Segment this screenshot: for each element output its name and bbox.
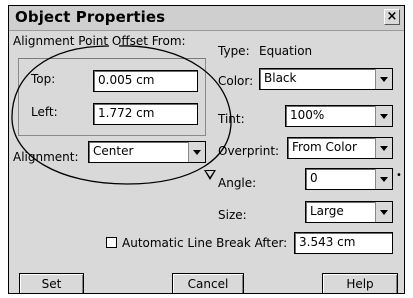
angle-select[interactable]: 0: [305, 168, 393, 190]
chevron-down-icon[interactable]: [375, 138, 392, 158]
overprint-select-value: From Color: [292, 140, 357, 154]
left-label: Left:: [31, 105, 58, 119]
chevron-down-icon[interactable]: [375, 202, 392, 222]
color-select-value: Black: [264, 71, 297, 85]
angle-icon: [204, 170, 216, 180]
alignment-label: Alignment:: [13, 150, 79, 164]
type-value: Equation: [259, 44, 313, 58]
tint-select[interactable]: 100%: [285, 105, 393, 127]
alignment-select-value: Center: [93, 144, 134, 158]
cancel-button[interactable]: Cancel: [172, 273, 244, 293]
angle-label: Angle:: [218, 176, 257, 190]
degree-mark: •: [396, 170, 402, 181]
size-select[interactable]: Large: [305, 201, 393, 223]
size-label: Size:: [218, 208, 247, 222]
overprint-select[interactable]: From Color: [287, 137, 393, 159]
left-offset-input[interactable]: 1.772 cm: [93, 103, 198, 125]
help-button[interactable]: Help: [322, 273, 398, 293]
line-break-label: Automatic Line Break After:: [122, 236, 288, 250]
angle-select-value: 0: [310, 171, 318, 185]
alignment-point-heading: Alignment Point Offset From:: [13, 34, 186, 48]
type-label: Type:: [218, 44, 250, 58]
close-icon[interactable]: ×: [384, 9, 400, 25]
line-break-checkbox[interactable]: [106, 237, 117, 248]
alignment-select[interactable]: Center: [88, 141, 206, 163]
size-select-value: Large: [310, 204, 344, 218]
set-button[interactable]: Set: [19, 273, 84, 293]
top-label: Top:: [31, 72, 56, 86]
chevron-down-icon[interactable]: [375, 106, 392, 126]
tint-select-value: 100%: [290, 108, 325, 122]
overprint-label: Overprint:: [218, 144, 280, 158]
title-bar: Object Properties ×: [9, 6, 404, 31]
chevron-down-icon[interactable]: [375, 69, 392, 89]
line-break-input[interactable]: 3.543 cm: [294, 232, 393, 254]
chevron-down-icon[interactable]: [375, 169, 392, 189]
object-properties-dialog: Object Properties × Alignment Point Offs…: [8, 5, 405, 294]
top-offset-input[interactable]: 0.005 cm: [93, 70, 198, 92]
tint-label: Tint:: [218, 112, 245, 126]
color-label: Color:: [218, 74, 254, 88]
color-select[interactable]: Black: [259, 68, 393, 90]
dialog-title: Object Properties: [15, 8, 166, 26]
chevron-down-icon[interactable]: [188, 142, 205, 162]
